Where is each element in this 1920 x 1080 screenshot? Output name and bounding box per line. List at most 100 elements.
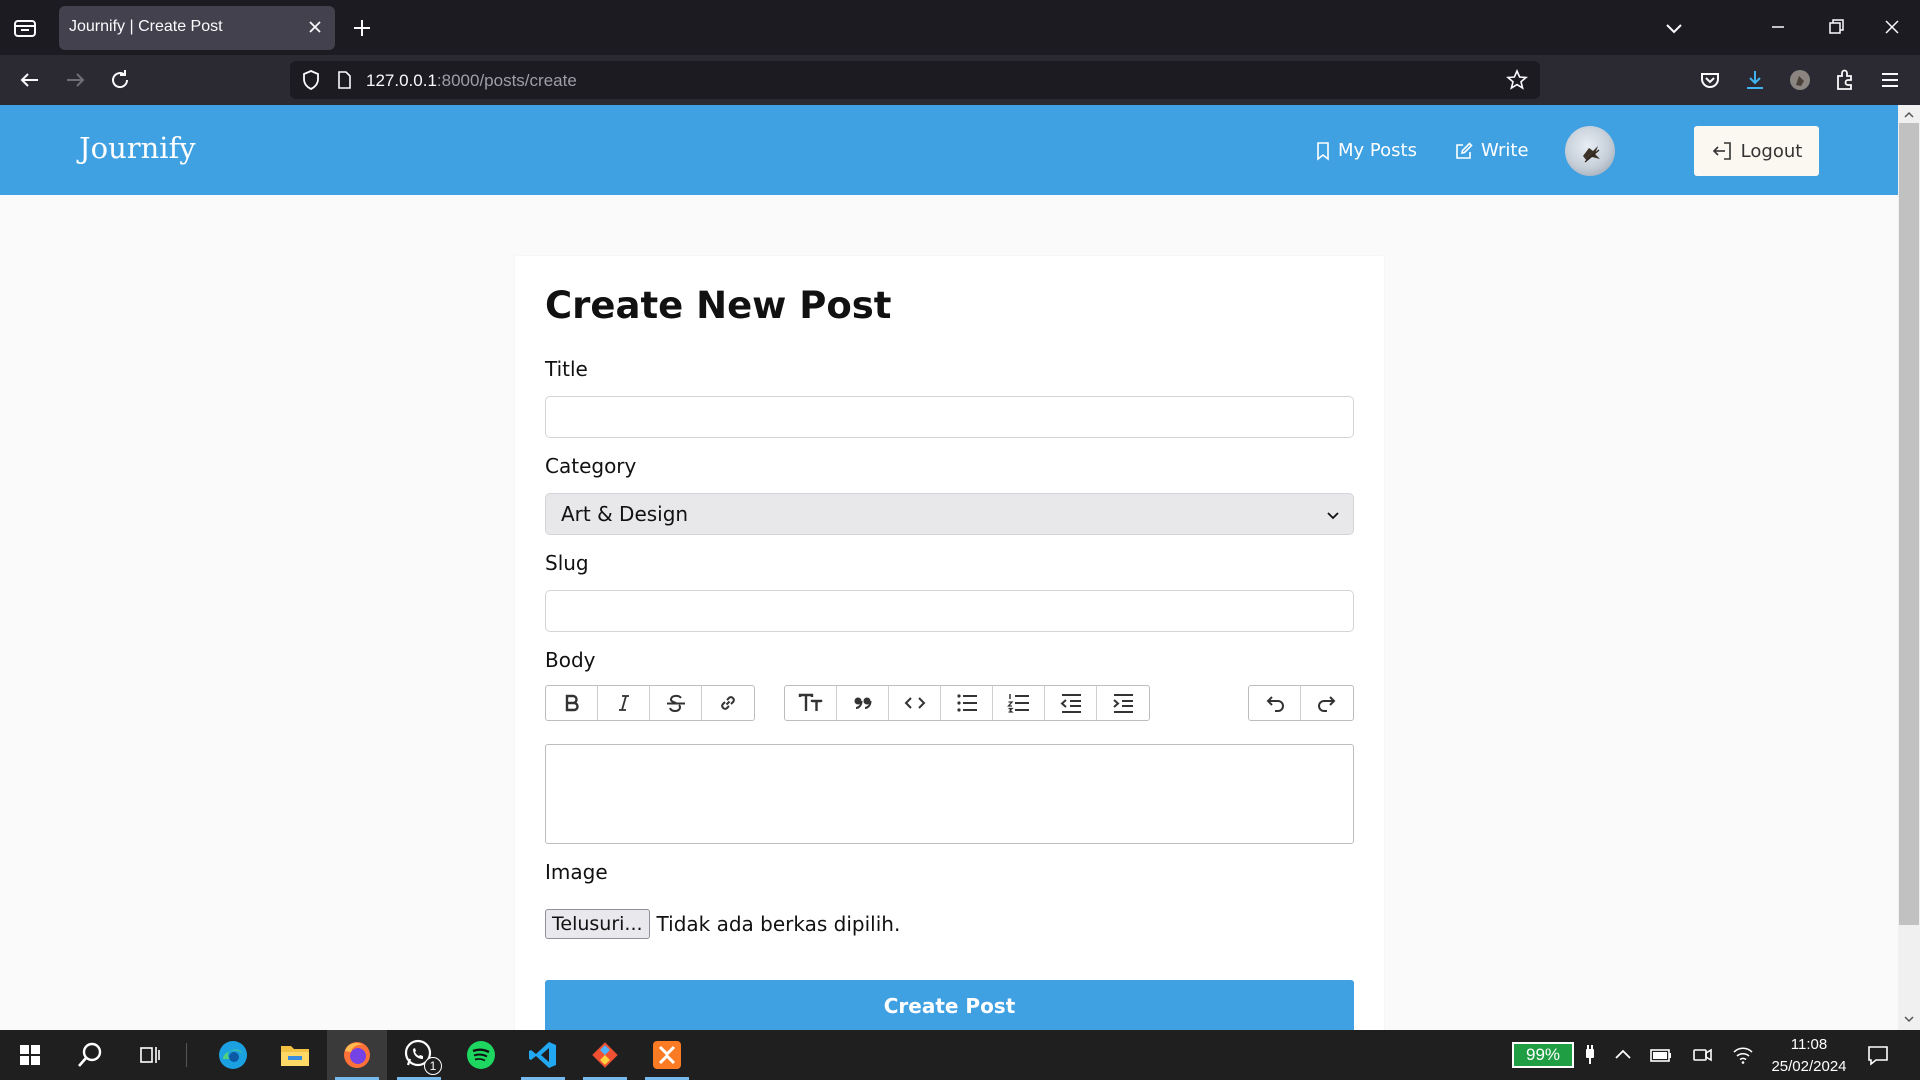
undo-button[interactable]	[1249, 686, 1301, 720]
heading-button[interactable]	[785, 686, 837, 720]
downloads-icon[interactable]	[1742, 67, 1768, 93]
link-icon	[721, 696, 735, 710]
slug-input[interactable]	[545, 590, 1354, 632]
nav-write-label: Write	[1481, 140, 1529, 161]
quote-button[interactable]	[837, 686, 889, 720]
bookmark-icon	[1317, 141, 1329, 161]
forward-icon[interactable]	[62, 67, 88, 93]
minimize-window-icon[interactable]	[1763, 14, 1793, 40]
browser-nav-bar: 127.0.0.1:8000/posts/create	[0, 55, 1920, 105]
page-info-icon[interactable]	[334, 70, 354, 90]
brand-logo[interactable]: Journify	[79, 131, 196, 165]
italic-button[interactable]	[598, 686, 650, 720]
toolbar-block-group	[784, 685, 1150, 721]
taskbar-firefox[interactable]	[327, 1030, 387, 1080]
tab-title: Journify | Create Post	[69, 18, 223, 35]
reload-icon[interactable]	[107, 67, 133, 93]
bullet-list-button[interactable]	[941, 686, 993, 720]
spotify-icon	[467, 1041, 495, 1069]
taskbar-vscode[interactable]	[513, 1030, 573, 1080]
list-all-tabs-icon[interactable]	[1662, 16, 1686, 40]
whatsapp-notification-badge: 1	[424, 1057, 442, 1075]
browser-tab-bar: Journify | Create Post	[0, 0, 1920, 55]
battery-icon[interactable]	[1649, 1043, 1673, 1067]
back-icon[interactable]	[17, 67, 43, 93]
indent-icon	[1113, 694, 1133, 713]
url-text[interactable]: 127.0.0.1:8000/posts/create	[366, 71, 577, 91]
pocket-icon[interactable]	[1697, 67, 1723, 93]
category-select[interactable]: Art & Design	[545, 493, 1354, 535]
address-bar[interactable]: 127.0.0.1:8000/posts/create	[290, 61, 1540, 99]
taskbar-edge[interactable]	[203, 1030, 263, 1080]
bookmark-star-icon[interactable]	[1506, 69, 1528, 91]
task-view-icon	[140, 1047, 160, 1063]
close-tab-icon[interactable]	[305, 17, 325, 37]
body-label: Body	[545, 648, 596, 672]
outdent-icon	[1059, 694, 1081, 713]
account-icon[interactable]	[1787, 67, 1813, 93]
clock-date: 25/02/2024	[1771, 1058, 1847, 1075]
browser-tab-active[interactable]: Journify | Create Post	[59, 6, 335, 50]
indent-button[interactable]	[1097, 686, 1149, 720]
browse-file-button[interactable]: Telusuri...	[545, 909, 650, 939]
start-button[interactable]	[0, 1030, 60, 1080]
code-icon	[904, 697, 925, 709]
clock-time: 11:08	[1790, 1036, 1828, 1053]
user-avatar[interactable]	[1565, 126, 1615, 176]
taskbar-file-explorer[interactable]	[265, 1030, 325, 1080]
taskbar-git[interactable]	[575, 1030, 635, 1080]
extensions-icon[interactable]	[1832, 67, 1858, 93]
taskbar-whatsapp[interactable]: 1	[389, 1030, 449, 1080]
title-label: Title	[545, 357, 588, 381]
shield-icon[interactable]	[300, 69, 322, 91]
taskbar-task-view[interactable]	[120, 1030, 180, 1080]
italic-icon	[618, 695, 629, 711]
battery-percentage[interactable]: 99%	[1512, 1042, 1574, 1068]
start-icon	[20, 1045, 40, 1065]
bold-button[interactable]	[546, 686, 598, 720]
slug-label: Slug	[545, 551, 589, 575]
taskbar-search[interactable]	[60, 1030, 120, 1080]
redo-icon	[1318, 696, 1336, 712]
toolbar-text-format-group	[545, 685, 755, 721]
wifi-icon[interactable]	[1731, 1043, 1755, 1067]
strikethrough-button[interactable]	[650, 686, 702, 720]
taskbar-xampp[interactable]	[637, 1030, 697, 1080]
edge-icon	[219, 1041, 247, 1069]
numbered-list-button[interactable]	[993, 686, 1045, 720]
logout-button[interactable]: Logout	[1694, 126, 1819, 176]
windows-taskbar: 1 99% 11:08 25/02/2024	[0, 1030, 1920, 1080]
title-input[interactable]	[545, 396, 1354, 438]
page-title: Create New Post	[545, 284, 892, 327]
body-editor[interactable]	[545, 744, 1354, 844]
category-selected-value: Art & Design	[561, 502, 689, 526]
scroll-up-icon[interactable]	[1903, 109, 1915, 121]
restore-window-icon[interactable]	[1820, 14, 1850, 40]
notifications-icon[interactable]	[1866, 1043, 1890, 1067]
outdent-button[interactable]	[1045, 686, 1097, 720]
logout-icon	[1712, 142, 1731, 160]
taskbar-spotify[interactable]	[451, 1030, 511, 1080]
close-window-icon[interactable]	[1877, 14, 1907, 40]
page-scrollbar-thumb[interactable]	[1899, 123, 1919, 925]
menu-icon[interactable]	[1877, 67, 1903, 93]
code-button[interactable]	[889, 686, 941, 720]
nav-my-posts[interactable]: My Posts	[1315, 140, 1417, 161]
bold-icon	[565, 694, 579, 712]
meet-now-icon[interactable]	[1690, 1043, 1714, 1067]
git-icon	[592, 1042, 618, 1068]
new-tab-icon[interactable]	[350, 16, 374, 40]
nav-write[interactable]: Write	[1454, 140, 1529, 161]
nav-my-posts-label: My Posts	[1338, 140, 1417, 161]
chevron-down-icon	[1327, 512, 1339, 520]
scroll-down-icon[interactable]	[1903, 1013, 1915, 1025]
heading-icon	[798, 693, 822, 711]
create-post-button[interactable]: Create Post	[545, 980, 1354, 1032]
firefox-icon	[344, 1042, 370, 1068]
tab-overview-icon[interactable]	[12, 16, 38, 40]
link-button[interactable]	[702, 686, 754, 720]
redo-button[interactable]	[1301, 686, 1353, 720]
image-label: Image	[545, 860, 608, 884]
taskbar-clock[interactable]: 11:08 25/02/2024	[1766, 1034, 1852, 1078]
show-hidden-icons-icon[interactable]	[1611, 1043, 1635, 1067]
